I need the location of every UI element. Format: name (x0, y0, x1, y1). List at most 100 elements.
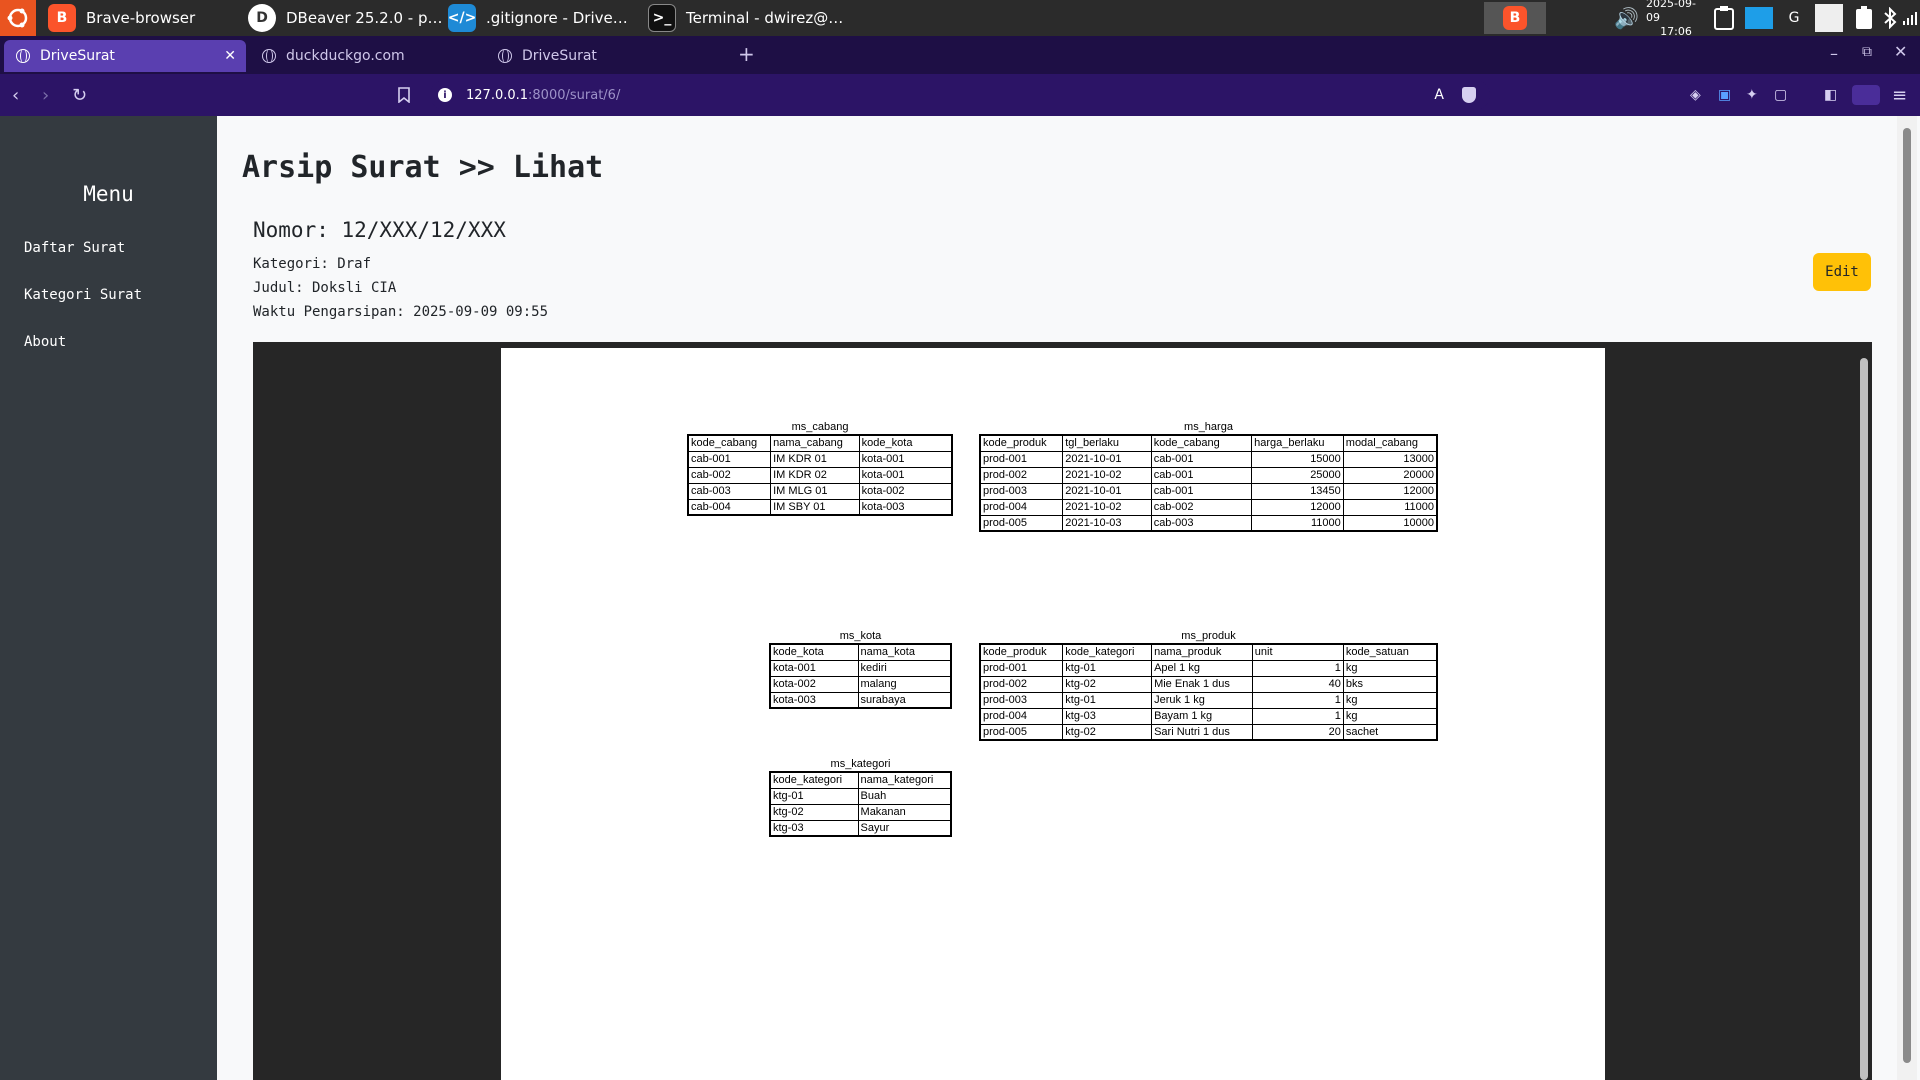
table-cell: prod-004 (979, 498, 1064, 516)
er-table-grid: kode_cabang nama_cabang kode_kota cab-001 IM… (687, 434, 953, 516)
volume-icon[interactable]: 🔊 (1614, 0, 1639, 36)
table-cell: IM KDR 02 (770, 466, 860, 484)
letter-title: Judul: Doksli CIA (253, 280, 397, 296)
brave-rewards-icon[interactable]: ◈ (1690, 74, 1701, 116)
reload-icon[interactable]: ↻ (72, 74, 87, 116)
vscode-icon: </> (448, 4, 476, 32)
sidebar-item-kategori-surat[interactable]: Kategori Surat (24, 287, 142, 303)
table-row: prod-001 2021-10-01 cab-001 15000 13000 (979, 450, 1438, 468)
table-cell: 13450 (1251, 482, 1344, 500)
globe-icon (498, 49, 512, 63)
tab-drivesurat-2[interactable]: DriveSurat (486, 40, 728, 72)
extension-icon[interactable]: ▣ (1718, 74, 1731, 116)
wifi-icon[interactable] (1900, 0, 1920, 36)
edit-button[interactable]: Edit (1813, 253, 1871, 291)
table-cell: IM SBY 01 (770, 498, 860, 516)
browser-toolbar: ‹ › ↻ i 127.0.0.1:8000/surat/6/ A ◈ ▣ ✦ … (0, 74, 1920, 116)
pdf-scrollbar[interactable] (1856, 342, 1872, 1080)
taskbar-app-dbeaver[interactable]: D DBeaver 25.2.0 - p… (248, 0, 448, 36)
network-monitor-icon[interactable] (1744, 0, 1774, 36)
taskbar-app-title: Terminal - dwirez@… (686, 9, 844, 27)
ubuntu-logo-icon[interactable] (0, 0, 36, 36)
shield-icon[interactable] (1462, 87, 1476, 103)
sidebar-item-about[interactable]: About (24, 334, 66, 350)
info-icon[interactable]: i (438, 88, 452, 102)
table-cell: 20 (1251, 723, 1344, 741)
table-row: cab-004 IM SBY 01 kota-003 (687, 498, 953, 516)
table-cell: prod-004 (979, 707, 1064, 725)
battery-icon[interactable] (1852, 0, 1876, 36)
clock[interactable]: 2025-09-09 17:06 (1646, 0, 1706, 38)
window-close-icon[interactable]: ✕ (1894, 42, 1907, 61)
clipboard-icon[interactable] (1710, 0, 1738, 36)
table-cell: kg (1342, 691, 1438, 709)
tab-drivesurat[interactable]: DriveSurat ✕ (4, 40, 246, 72)
table-cell: kota-002 (858, 482, 953, 500)
er-table-ms-kategori: ms_kategori kode_kategori nama_kategori ktg… (769, 757, 952, 837)
bookmark-icon[interactable] (398, 74, 410, 116)
pdf-viewer[interactable]: ms_cabang kode_cabang nama_cabang kode_kota… (253, 342, 1872, 1080)
table-cell: 40 (1251, 675, 1344, 693)
menu-icon[interactable]: ≡ (1892, 74, 1907, 116)
table-row: prod-005 2021-10-03 cab-003 11000 10000 (979, 514, 1438, 532)
close-icon[interactable]: ✕ (224, 48, 236, 64)
letter-number: Nomor: 12/XXX/12/XXX (253, 218, 506, 242)
keyboard-layout-icon[interactable]: G (1784, 0, 1804, 36)
dbeaver-icon: D (248, 4, 276, 32)
taskbar-app-terminal[interactable]: >_ Terminal - dwirez@… (648, 0, 858, 36)
wallet-icon[interactable]: ▢ (1774, 74, 1787, 116)
forward-icon[interactable]: › (42, 74, 49, 116)
minimize-icon[interactable]: – (1830, 44, 1838, 63)
new-tab-button[interactable]: + (738, 42, 755, 66)
table-header-row: kode_kategori nama_kategori (769, 771, 952, 789)
table-cell: sachet (1342, 723, 1438, 741)
scrollbar-thumb[interactable] (1860, 358, 1868, 1080)
table-cell: prod-001 (979, 659, 1064, 677)
table-header-row: kode_kota nama_kota (769, 643, 952, 661)
table-cell: 1 (1251, 659, 1344, 677)
table-cell: 10000 (1342, 514, 1438, 532)
table-cell: 25000 (1251, 466, 1344, 484)
table-cell: cab-003 (1150, 514, 1253, 532)
table-header-cell: kode_produk (979, 643, 1064, 661)
system-taskbar: B Brave-browser D DBeaver 25.2.0 - p… </… (0, 0, 1920, 38)
table-cell: ktg-02 (1062, 723, 1153, 741)
sidebar-toggle-icon[interactable]: ◧ (1824, 74, 1837, 116)
window-preview-icon[interactable] (1814, 0, 1844, 36)
page-scrollbar[interactable] (1897, 116, 1917, 1080)
sidebar-item-daftar-surat[interactable]: Daftar Surat (24, 240, 125, 256)
table-cell: 11000 (1251, 514, 1344, 532)
tray-brave-icon[interactable]: B (1484, 2, 1546, 34)
tab-label: DriveSurat (40, 48, 115, 64)
scrollbar-thumb[interactable] (1903, 128, 1911, 1063)
translate-icon[interactable]: A (1434, 87, 1444, 103)
table-cell: ktg-01 (1062, 691, 1153, 709)
table-cell: 2021-10-03 (1062, 514, 1152, 532)
main-content: Arsip Surat >> Lihat Nomor: 12/XXX/12/XX… (217, 116, 1920, 1080)
taskbar-app-title: Brave-browser (86, 9, 196, 27)
restore-icon[interactable]: ⧉ (1862, 44, 1872, 60)
tab-duckduckgo[interactable]: duckduckgo.com (250, 40, 492, 72)
table-cell: ktg-03 (1062, 707, 1153, 725)
table-row: prod-001 ktg-01 Apel 1 kg 1 kg (979, 659, 1438, 677)
page-title: Arsip Surat >> Lihat (242, 150, 604, 185)
address-bar[interactable]: i 127.0.0.1:8000/surat/6/ A (430, 80, 1490, 110)
er-table-grid: kode_kota nama_kota kota-001 kediri kota-002… (769, 643, 952, 709)
table-cell: malang (857, 675, 952, 693)
taskbar-app-vscode[interactable]: </> .gitignore - Drive… (448, 0, 648, 36)
table-row: cab-002 IM KDR 02 kota-001 (687, 466, 953, 484)
back-icon[interactable]: ‹ (12, 74, 19, 116)
table-row: ktg-03 Sayur (769, 819, 952, 837)
table-row: cab-001 IM KDR 01 kota-001 (687, 450, 953, 468)
vpn-icon[interactable] (1852, 74, 1880, 116)
puzzle-icon[interactable]: ✦ (1746, 74, 1758, 116)
table-header-cell: harga_berlaku (1251, 434, 1344, 452)
table-cell: cab-003 (687, 482, 772, 500)
table-header-cell: kode_cabang (687, 434, 772, 452)
bluetooth-icon[interactable] (1880, 0, 1900, 36)
er-table-caption: ms_harga (1184, 421, 1233, 433)
table-cell: kota-001 (858, 450, 953, 468)
taskbar-app-brave[interactable]: B Brave-browser (48, 0, 238, 36)
taskbar-app-title: DBeaver 25.2.0 - p… (286, 9, 443, 27)
er-table-grid: kode_produk kode_kategori nama_produk unit k… (979, 643, 1438, 741)
